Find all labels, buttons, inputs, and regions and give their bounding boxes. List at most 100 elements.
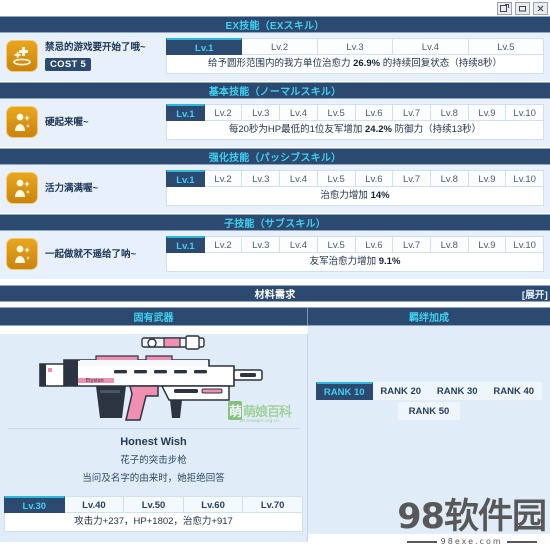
skill-level-tab-lv5[interactable]: Lv.5	[468, 38, 545, 55]
skill-level-tab-lv6[interactable]: Lv.6	[355, 236, 394, 253]
skill-level-tab-lv3[interactable]: Lv.3	[242, 104, 281, 121]
skill-name: 硬起来喔~	[45, 116, 89, 128]
skill-level-tab-lv7[interactable]: Lv.7	[393, 236, 431, 253]
skill-level-tab-lv1[interactable]: Lv.1	[166, 170, 205, 187]
weapon-level-tab-lv50[interactable]: Lv.50	[124, 496, 184, 513]
passive-skill-icon[interactable]	[6, 172, 38, 204]
skill-section-title: 强化技能（パッシブスキル）	[208, 153, 342, 164]
bond-rank-tab-rank30[interactable]: RANK 30	[429, 382, 486, 400]
weapon-level-tab-lv40[interactable]: Lv.40	[64, 496, 125, 513]
skill-level-tab-lv9[interactable]: Lv.9	[468, 104, 507, 121]
skill-level-tab-lv10[interactable]: Lv.10	[506, 104, 545, 121]
skill-level-tab-lv4[interactable]: Lv.4	[280, 236, 318, 253]
weapon-name: Honest Wish	[120, 436, 187, 448]
skills-container: EX技能（EXスキル） 禁忌的游戏要开始了哦~ COST 5 Lv.1 Lv.2 Lv.3…	[0, 16, 550, 280]
skill-level-tab-lv4[interactable]: Lv.4	[393, 38, 469, 55]
skill-description: 治愈力增加 14%	[166, 187, 544, 206]
weapon-level-tab-lv70[interactable]: Lv.70	[243, 496, 303, 513]
weapon-level-tab-lv60[interactable]: Lv.60	[183, 496, 244, 513]
skill-level-tab-lv10[interactable]: Lv.10	[506, 236, 545, 253]
skill-level-tab-lv7[interactable]: Lv.7	[393, 170, 431, 187]
weapon-level-tabs: Lv.30 Lv.40 Lv.50 Lv.60 Lv.70	[4, 496, 303, 513]
skill-row-1: 硬起来喔~ Lv.1 Lv.2 Lv.3 Lv.4 Lv.5 Lv.6 Lv.7 Lv.8 Lv.…	[0, 99, 550, 148]
skill-level-tab-lv3[interactable]: Lv.3	[242, 170, 281, 187]
skill-level-tabs: Lv.1 Lv.2 Lv.3 Lv.4 Lv.5 Lv.6 Lv.7 Lv.8 Lv.9 Lv.1…	[166, 236, 545, 253]
skill-level-tab-lv10[interactable]: Lv.10	[506, 170, 545, 187]
skill-level-tab-lv6[interactable]: Lv.6	[355, 104, 394, 121]
bond-bonus-title: 羁绊加成	[409, 313, 449, 324]
skill-level-tab-lv5[interactable]: Lv.5	[317, 236, 356, 253]
skill-level-tab-lv3[interactable]: Lv.3	[317, 38, 394, 55]
skill-level-tab-lv2[interactable]: Lv.2	[242, 38, 318, 55]
skill-level-tabs: Lv.1 Lv.2 Lv.3 Lv.4 Lv.5 Lv.6 Lv.7 Lv.8 Lv.9 Lv.1…	[166, 170, 545, 187]
skill-level-tab-lv5[interactable]: Lv.5	[317, 170, 356, 187]
skill-level-tab-lv7[interactable]: Lv.7	[393, 104, 431, 121]
skill-identity: 禁忌的游戏要开始了哦~ COST 5	[6, 38, 166, 72]
skill-description: 给予圆形范围内的我方单位治愈力 26.9% 的持续回复状态（持续8秒）	[166, 55, 544, 74]
skill-name: 禁忌的游戏要开始了哦~	[45, 41, 146, 53]
skill-identity: 活力满满喔~	[6, 170, 166, 204]
skill-level-tab-lv4[interactable]: Lv.4	[280, 170, 318, 187]
rank-tab-row-2: RANK 50	[316, 402, 542, 420]
weapon-divider	[8, 428, 299, 429]
rank-tabs-wrapper: RANK 10 RANK 20 RANK 30 RANK 40 RANK 50	[308, 326, 550, 420]
skill-row-3: 一起做就不遥给了呐~ Lv.1 Lv.2 Lv.3 Lv.4 Lv.5 Lv.6 Lv.7 Lv…	[0, 231, 550, 280]
skill-description: 友军治愈力增加 9.1%	[166, 253, 544, 272]
material-expand-link[interactable]: [展开]	[522, 287, 548, 301]
skill-level-tab-lv9[interactable]: Lv.9	[468, 170, 507, 187]
skill-description-prefix: 每20秒为HP最低的1位友军增加	[228, 124, 366, 135]
skill-meta: 硬起来喔~	[45, 116, 89, 129]
unique-weapon-column: 固有武器 Elysion 萌 萌娘百科 zh.moegirl.org.cn Ho…	[0, 307, 308, 542]
character-detail-page: EX技能（EXスキル） 禁忌的游戏要开始了哦~ COST 5 Lv.1 Lv.2 Lv.3…	[0, 0, 550, 548]
bond-rank-tab-rank40[interactable]: RANK 40	[485, 382, 542, 400]
material-requirement-header: 材料需求 [展开]	[0, 285, 550, 302]
site-watermark-url-row: 98exe.com	[397, 537, 546, 546]
skill-level-tab-lv9[interactable]: Lv.9	[468, 236, 507, 253]
weapon-level-tab-lv30[interactable]: Lv.30	[4, 496, 65, 513]
skill-level-tab-lv8[interactable]: Lv.8	[430, 104, 469, 121]
skill-level-tab-lv8[interactable]: Lv.8	[430, 170, 469, 187]
skill-name: 活力满满喔~	[45, 182, 99, 194]
normal-skill-icon[interactable]	[6, 106, 38, 138]
bond-bonus-header: 羁绊加成	[308, 307, 550, 326]
skill-level-tab-lv1[interactable]: Lv.1	[166, 104, 205, 121]
skill-level-tab-lv8[interactable]: Lv.8	[430, 236, 469, 253]
restore-window-button[interactable]	[497, 1, 512, 15]
ex-heal-skill-icon[interactable]	[6, 40, 38, 72]
watermark-rule-left	[406, 540, 437, 543]
skill-section-title: 基本技能（ノーマルスキル）	[208, 87, 342, 98]
skill-section-header-3: 子技能（サブスキル）	[0, 214, 550, 231]
unique-weapon-title: 固有武器	[133, 313, 174, 324]
bond-rank-tab-rank50[interactable]: RANK 50	[397, 402, 461, 420]
minimize-window-button[interactable]	[515, 1, 530, 15]
svg-text:Elysion: Elysion	[86, 378, 104, 384]
weapon-subtitle: 花子的突击步枪	[120, 455, 187, 466]
skill-level-tab-lv2[interactable]: Lv.2	[204, 170, 243, 187]
skill-level-panel: Lv.1 Lv.2 Lv.3 Lv.4 Lv.5 给予圆形范围内的我方单位治愈力 26.9…	[166, 38, 545, 74]
skill-description-value: 26.9%	[353, 58, 381, 69]
material-requirement-title: 材料需求	[254, 290, 296, 301]
bond-rank-tab-rank10[interactable]: RANK 10	[316, 382, 373, 400]
close-window-button[interactable]	[533, 1, 548, 15]
sub-skill-icon[interactable]	[6, 238, 38, 270]
skill-level-tab-lv1[interactable]: Lv.1	[166, 236, 205, 253]
skill-level-tab-lv6[interactable]: Lv.6	[355, 170, 394, 187]
watermark-rule-right	[506, 540, 537, 543]
weapon-flavor-text: 当问及名字的由来时，她拒绝回答	[82, 473, 225, 484]
moegirl-watermark-text: 萌娘百科	[242, 405, 292, 420]
skill-level-tab-lv2[interactable]: Lv.2	[204, 104, 243, 121]
skill-meta: 禁忌的游戏要开始了哦~ COST 5	[45, 41, 146, 72]
skill-level-tab-lv5[interactable]: Lv.5	[317, 104, 356, 121]
unique-weapon-header: 固有武器	[0, 307, 308, 326]
moegirl-watermark-mark: 萌	[227, 401, 242, 420]
skill-row-2: 活力满满喔~ Lv.1 Lv.2 Lv.3 Lv.4 Lv.5 Lv.6 Lv.7 Lv.8 Lv…	[0, 165, 550, 214]
skill-level-tabs: Lv.1 Lv.2 Lv.3 Lv.4 Lv.5 Lv.6 Lv.7 Lv.8 Lv.9 Lv.1…	[166, 104, 545, 121]
skill-level-panel: Lv.1 Lv.2 Lv.3 Lv.4 Lv.5 Lv.6 Lv.7 Lv.8 Lv.9 Lv.1…	[166, 170, 545, 206]
skill-row-0: 禁忌的游戏要开始了哦~ COST 5 Lv.1 Lv.2 Lv.3 Lv.4 Lv.5 给予圆…	[0, 33, 550, 82]
skill-level-tab-lv4[interactable]: Lv.4	[280, 104, 318, 121]
skill-level-tab-lv2[interactable]: Lv.2	[204, 236, 243, 253]
bond-rank-tab-rank20[interactable]: RANK 20	[372, 382, 429, 400]
skill-level-tab-lv3[interactable]: Lv.3	[242, 236, 281, 253]
skill-level-tab-lv1[interactable]: Lv.1	[166, 38, 243, 55]
moegirl-watermark: 萌萌娘百科 zh.moegirl.org.cn	[227, 401, 292, 424]
